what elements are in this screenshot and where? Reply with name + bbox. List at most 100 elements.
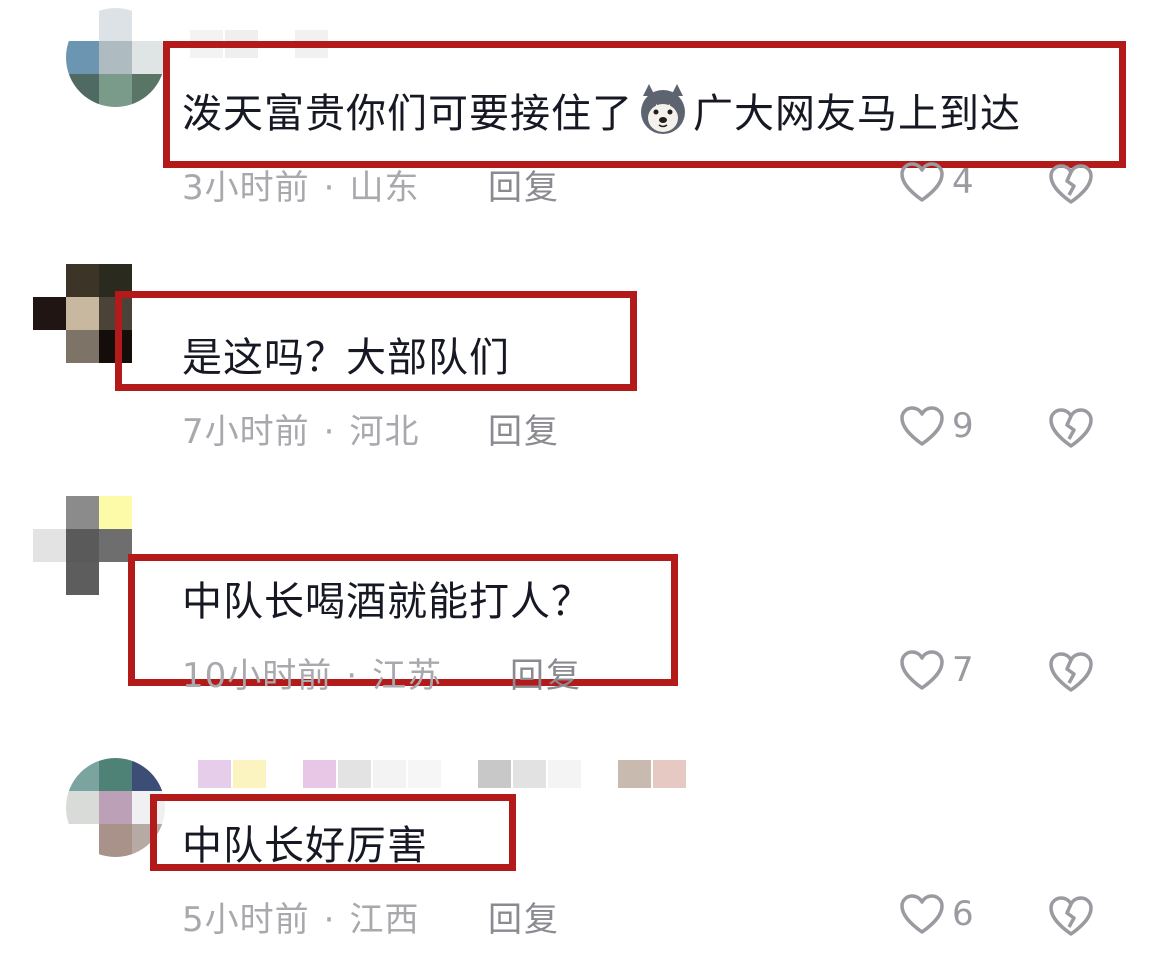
comment-text-part2: 广大网友马上到达 — [693, 91, 1021, 137]
avatar-mosaic-pixel — [33, 496, 66, 529]
avatar-mosaic-pixel — [66, 264, 99, 297]
like-button[interactable]: 9 — [898, 404, 974, 448]
avatar-mosaic-pixel — [66, 824, 99, 857]
comment-time: 10小时前 — [182, 656, 333, 696]
avatar-mosaic-pixel — [66, 496, 99, 529]
like-count: 6 — [952, 894, 974, 934]
username-mosaic-pixel — [373, 760, 406, 788]
comment-text-content: 中队长喝酒就能打人？ — [182, 579, 592, 625]
reply-button[interactable]: 回复 — [488, 404, 560, 453]
reply-button[interactable]: 回复 — [488, 892, 560, 941]
comment-text[interactable]: 中队长喝酒就能打人？ — [182, 568, 592, 628]
avatar-mosaic-pixel — [132, 791, 165, 824]
avatar-mosaic-pixel — [99, 529, 132, 562]
comment-time: 5小时前 — [182, 900, 310, 940]
comment-meta: 7小时前 · 河北 — [182, 412, 420, 452]
like-button[interactable]: 7 — [898, 648, 974, 692]
avatar-mosaic-pixel — [99, 496, 132, 529]
like-button[interactable]: 4 — [898, 160, 974, 204]
username-mosaic-pixel — [618, 760, 651, 788]
comment-meta: 3小时前 · 山东 — [182, 168, 420, 208]
heart-icon — [898, 648, 946, 692]
dislike-button[interactable] — [1046, 406, 1096, 450]
comment-text-part1: 泼天富贵你们可要接住了 — [182, 91, 633, 137]
username-mosaic-pixel — [303, 760, 336, 788]
avatar-mosaic-pixel — [99, 824, 132, 857]
comment-location: 山东 — [349, 168, 420, 208]
username-mosaic-pixel — [653, 760, 686, 788]
avatar[interactable] — [66, 8, 165, 107]
comment-time: 7小时前 — [182, 412, 310, 452]
avatar[interactable] — [33, 496, 132, 595]
username-mosaic-pixel — [513, 760, 546, 788]
dislike-button[interactable] — [1046, 162, 1096, 206]
husky-dog-face-emoji — [635, 82, 691, 138]
username-mosaic-pixel — [583, 760, 616, 788]
avatar-mosaic-pixel — [66, 8, 99, 41]
username-mosaic-pixel — [548, 760, 581, 788]
username-redacted[interactable] — [190, 30, 328, 58]
comment-item: 中队长好厉害 5小时前 · 江西 回复 6 — [0, 732, 1152, 976]
avatar-mosaic-pixel — [33, 562, 66, 595]
reply-button[interactable]: 回复 — [510, 648, 582, 697]
avatar-mosaic-pixel — [132, 8, 165, 41]
comment-text[interactable]: 中队长好厉害 — [182, 812, 428, 872]
avatar-mosaic-pixel — [132, 758, 165, 791]
avatar-mosaic-pixel — [33, 297, 66, 330]
heart-icon — [898, 404, 946, 448]
avatar-mosaic-pixel — [66, 41, 99, 74]
username-mosaic-pixel — [408, 760, 441, 788]
username-mosaic-pixel — [233, 760, 266, 788]
like-count: 9 — [952, 406, 974, 446]
username-mosaic-pixel — [268, 760, 301, 788]
comment-location: 江西 — [349, 900, 420, 940]
avatar-mosaic-pixel — [66, 330, 99, 363]
avatar-mosaic-pixel — [99, 8, 132, 41]
avatar-mosaic-pixel — [99, 41, 132, 74]
dislike-button[interactable] — [1046, 650, 1096, 694]
comment-location: 河北 — [349, 412, 420, 452]
username-mosaic-pixel — [198, 760, 231, 788]
avatar-mosaic-pixel — [66, 758, 99, 791]
avatar-mosaic-pixel — [99, 297, 132, 330]
avatar-mosaic-pixel — [132, 74, 165, 107]
heart-icon — [898, 160, 946, 204]
username-redacted[interactable] — [198, 760, 686, 788]
comment-item: 是这吗？大部队们 7小时前 · 河北 回复 9 — [0, 244, 1152, 488]
reply-button[interactable]: 回复 — [488, 160, 560, 209]
username-mosaic-pixel — [443, 760, 476, 788]
username-mosaic-pixel — [260, 30, 293, 58]
avatar-mosaic-pixel — [99, 791, 132, 824]
username-mosaic-pixel — [190, 30, 223, 58]
avatar-mosaic-pixel — [66, 791, 99, 824]
avatar-mosaic-pixel — [99, 74, 132, 107]
avatar[interactable] — [33, 264, 132, 363]
avatar-mosaic-pixel — [33, 264, 66, 297]
broken-heart-icon — [1046, 406, 1096, 450]
dislike-button[interactable] — [1046, 894, 1096, 938]
username-mosaic-pixel — [295, 30, 328, 58]
heart-icon — [898, 892, 946, 936]
avatar-mosaic-pixel — [132, 824, 165, 857]
avatar-mosaic-pixel — [66, 529, 99, 562]
comment-text[interactable]: 泼天富贵你们可要接住了 广大网友马上到达 — [182, 80, 1021, 140]
like-button[interactable]: 6 — [898, 892, 974, 936]
avatar-mosaic-pixel — [66, 297, 99, 330]
avatar-mosaic-pixel — [99, 562, 132, 595]
avatar[interactable] — [66, 758, 165, 857]
avatar-mosaic-pixel — [66, 562, 99, 595]
broken-heart-icon — [1046, 894, 1096, 938]
comment-text-content: 中队长好厉害 — [182, 823, 428, 869]
username-mosaic-pixel — [338, 760, 371, 788]
avatar-mosaic-pixel — [33, 529, 66, 562]
avatar-mosaic-pixel — [99, 330, 132, 363]
avatar-mosaic-pixel — [99, 758, 132, 791]
broken-heart-icon — [1046, 650, 1096, 694]
comment-item: 中队长喝酒就能打人？ 10小时前 · 江苏 回复 7 — [0, 488, 1152, 732]
avatar-mosaic-pixel — [33, 330, 66, 363]
comment-location: 江苏 — [372, 656, 443, 696]
comment-item: 泼天富贵你们可要接住了 广大网友马上到达 3小时前 · 山东 回复 4 — [0, 0, 1152, 244]
avatar-mosaic-pixel — [66, 74, 99, 107]
like-count: 7 — [952, 650, 974, 690]
comment-text[interactable]: 是这吗？大部队们 — [182, 324, 510, 384]
